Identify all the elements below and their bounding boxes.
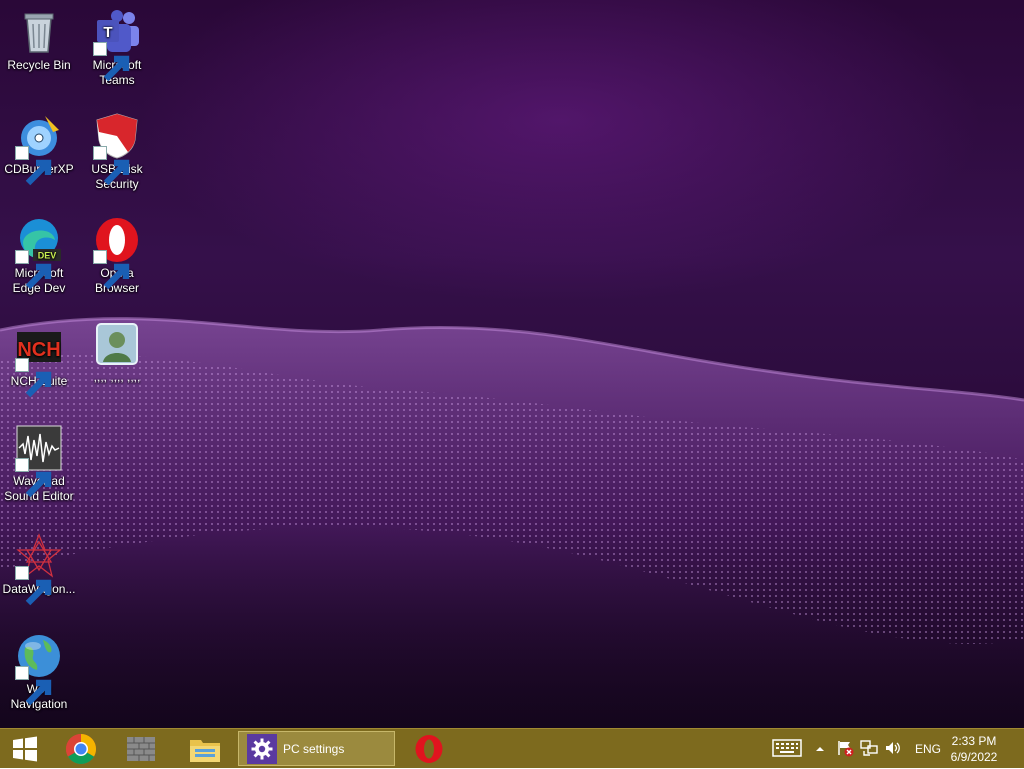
globe-icon: [15, 632, 63, 706]
datawagon-icon: [15, 532, 63, 606]
network-icon: [860, 739, 878, 760]
taskbar-pc-settings-window[interactable]: PC settings: [238, 731, 395, 766]
touch-keyboard-button[interactable]: [772, 729, 806, 769]
keyboard-icon: [772, 738, 802, 760]
volume-button[interactable]: [884, 729, 904, 769]
desktop-icon-label: ,,,, ,,,, ,,,,: [93, 370, 141, 384]
gear-icon: [247, 733, 277, 764]
wavepad-icon: [15, 424, 63, 498]
user-contact-icon: [93, 320, 141, 368]
shortcut-arrow-icon: [15, 458, 52, 498]
taskbar-window-label: PC settings: [283, 741, 345, 756]
shortcut-arrow-icon: [93, 250, 130, 290]
desktop-icon-edge-dev[interactable]: DEV Microsoft Edge Dev: [1, 212, 77, 296]
taskbar-firewall[interactable]: [116, 729, 166, 769]
teams-icon: T: [93, 8, 141, 82]
volume-icon: [884, 739, 902, 760]
desktop-icon-user-contact[interactable]: ,,,, ,,,, ,,,,: [79, 316, 155, 385]
desktop-icon-label: Recycle Bin: [7, 58, 71, 72]
language-label: ENG: [914, 742, 941, 756]
svg-text:T: T: [103, 24, 112, 41]
windows-start-icon: [12, 736, 38, 762]
firewall-wall-icon: [126, 736, 156, 762]
opera-icon: [414, 734, 444, 764]
shortcut-arrow-icon: [15, 566, 52, 606]
taskbar-opera[interactable]: [404, 729, 454, 769]
shortcut-arrow-icon: [93, 42, 130, 82]
edge-dev-icon: DEV: [15, 216, 63, 290]
taskbar: PC settings ENG 2:33 PM 6/9/2022: [0, 728, 1024, 768]
desktop-icon-cdburnerxp[interactable]: CDBurnerXP: [1, 108, 77, 186]
clock[interactable]: 2:33 PM 6/9/2022: [944, 733, 1004, 765]
clock-date: 6/9/2022: [950, 750, 998, 764]
desktop-icon-web-navigation[interactable]: Web Navigation: [1, 628, 77, 712]
action-center-button[interactable]: [836, 729, 856, 769]
input-language-button[interactable]: ENG: [912, 729, 944, 769]
shortcut-arrow-icon: [15, 666, 52, 706]
desktop-icon-recycle-bin[interactable]: Recycle Bin: [1, 4, 77, 73]
desktop-icon-microsoft-teams[interactable]: T Microsoft Teams: [79, 4, 155, 88]
folder-icon: [189, 735, 221, 763]
show-hidden-icons-button[interactable]: [815, 729, 829, 769]
clock-time: 2:33 PM: [951, 734, 997, 748]
desktop-icon-usb-disk-security[interactable]: USB Disk Security: [79, 108, 155, 192]
chrome-icon: [65, 733, 97, 765]
desktop-icon-opera-browser[interactable]: Opera Browser: [79, 212, 155, 296]
cdburnerxp-icon: [15, 112, 63, 186]
chevron-up-icon: [815, 742, 825, 756]
opera-icon: [93, 216, 141, 290]
taskbar-file-explorer[interactable]: [178, 729, 232, 769]
usb-disk-security-icon: [93, 112, 141, 186]
recycle-bin-icon: [15, 8, 63, 56]
shortcut-arrow-icon: [15, 146, 52, 186]
desktop: Recycle Bin CDBurnerXP DEV Microsoft Edg…: [0, 0, 1024, 728]
start-button[interactable]: [0, 729, 50, 769]
desktop-icon-wavepad[interactable]: WavePad Sound Editor: [1, 420, 77, 504]
taskbar-chrome[interactable]: [56, 729, 106, 769]
network-button[interactable]: [860, 729, 880, 769]
shortcut-arrow-icon: [15, 250, 52, 290]
desktop-icon-nch-suite[interactable]: NCH NCH Suite: [1, 320, 77, 398]
shortcut-arrow-icon: [15, 358, 52, 398]
shortcut-arrow-icon: [93, 146, 130, 186]
desktop-icon-datawagon[interactable]: DataWagon...: [1, 528, 77, 606]
nch-icon: NCH: [15, 324, 63, 398]
action-center-flag-icon: [836, 739, 854, 760]
